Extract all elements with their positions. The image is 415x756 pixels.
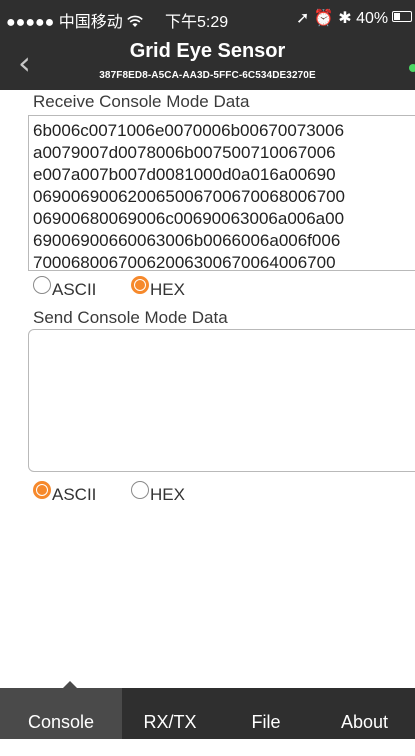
carrier-signal: ●●●●● 中国移动 <box>6 8 143 32</box>
send-section-label: Send Console Mode Data <box>33 308 228 327</box>
console-line: 69006900660063006b0066006a006f006 <box>33 231 341 250</box>
status-bar: ●●●●● 中国移动 下午5:29 ➚ ⏰ ✱ 40% <box>0 0 415 36</box>
navigation-bar: ‹ Grid Eye Sensor 387F8ED8-A5CA-AA3D-5FF… <box>0 36 415 90</box>
wifi-icon <box>127 14 143 31</box>
send-console-input[interactable] <box>28 329 415 472</box>
receive-ascii-radio[interactable]: ASCII <box>33 274 113 300</box>
tab-about[interactable]: About <box>314 688 415 739</box>
receive-section-label: Receive Console Mode Data <box>33 92 250 111</box>
console-line: 069006900620065006700670068006700 <box>33 187 346 206</box>
tab-file[interactable]: File <box>218 688 314 739</box>
radio-circle-icon[interactable] <box>33 276 51 294</box>
receive-console-output[interactable]: 6b006c0071006e0070006b00670073006 a00790… <box>28 115 415 271</box>
console-line: 6b006c0071006e0070006b00670073006 <box>33 121 345 140</box>
console-line: e007a007b007d0081000d0a016a00690 <box>33 165 336 184</box>
radio-label: ASCII <box>52 280 97 299</box>
battery-icon <box>392 11 412 22</box>
console-line: 06900680069006c00690063006a006a00 <box>33 209 345 228</box>
device-uuid: 387F8ED8-A5CA-AA3D-5FFC-6C534DE3270E <box>99 70 316 81</box>
console-line: 70006800670062006300670064006700 <box>33 253 336 271</box>
battery-level <box>394 13 400 20</box>
active-tab-indicator <box>63 681 77 688</box>
send-ascii-radio[interactable]: ASCII <box>33 479 113 505</box>
console-line: a0079007d0078006b007500710067006 <box>33 143 336 162</box>
radio-label: ASCII <box>52 485 97 504</box>
tab-bar: Console RX/TX File About <box>0 688 415 739</box>
tab-console[interactable]: Console <box>0 688 122 739</box>
radio-label: HEX <box>150 485 185 504</box>
carrier-label: ●●●●● 中国移动 <box>6 14 123 31</box>
radio-label: HEX <box>150 280 185 299</box>
connection-status-dot <box>409 64 415 72</box>
status-indicators: ➚ ⏰ ✱ 40% <box>296 10 389 27</box>
radio-circle-icon[interactable] <box>33 481 51 499</box>
radio-circle-icon[interactable] <box>131 481 149 499</box>
tab-rxtx[interactable]: RX/TX <box>122 688 218 739</box>
receive-hex-radio[interactable]: HEX <box>131 274 211 300</box>
status-time: 下午5:29 <box>165 14 229 31</box>
radio-circle-icon[interactable] <box>131 276 149 294</box>
send-hex-radio[interactable]: HEX <box>131 479 211 505</box>
page-title: Grid Eye Sensor <box>129 40 286 62</box>
